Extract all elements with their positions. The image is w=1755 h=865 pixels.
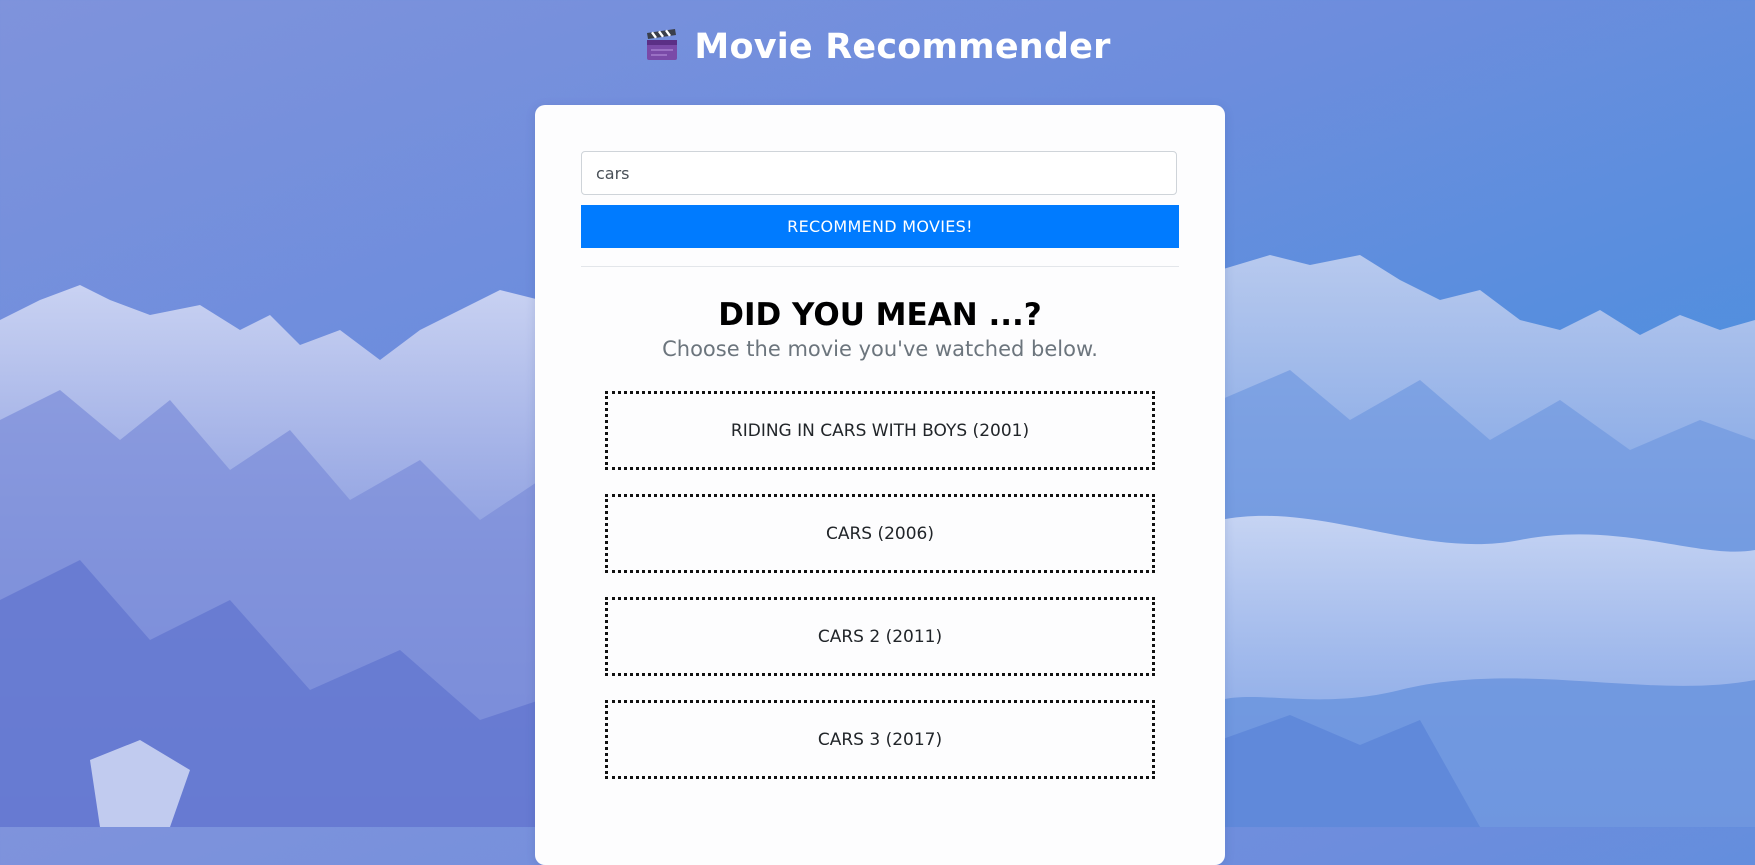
movie-option-cars-3[interactable]: CARS 3 (2017) xyxy=(605,700,1155,779)
clapper-board-icon xyxy=(647,29,678,60)
movie-search-input[interactable] xyxy=(581,151,1177,195)
page-header: Movie Recommender xyxy=(0,26,1755,67)
divider xyxy=(581,266,1179,267)
recommender-card: RECOMMEND MOVIES! DID YOU MEAN ...? Choo… xyxy=(535,105,1225,865)
recommend-movies-button[interactable]: RECOMMEND MOVIES! xyxy=(581,205,1179,248)
movie-option-cars-2[interactable]: CARS 2 (2011) xyxy=(605,597,1155,676)
suggestions-subtitle: Choose the movie you've watched below. xyxy=(662,337,1098,361)
suggestions-title: DID YOU MEAN ...? xyxy=(718,297,1042,333)
movie-option-cars[interactable]: CARS (2006) xyxy=(605,494,1155,573)
movie-option-riding-in-cars-with-boys[interactable]: RIDING IN CARS WITH BOYS (2001) xyxy=(605,391,1155,470)
page-title: Movie Recommender xyxy=(694,27,1111,67)
